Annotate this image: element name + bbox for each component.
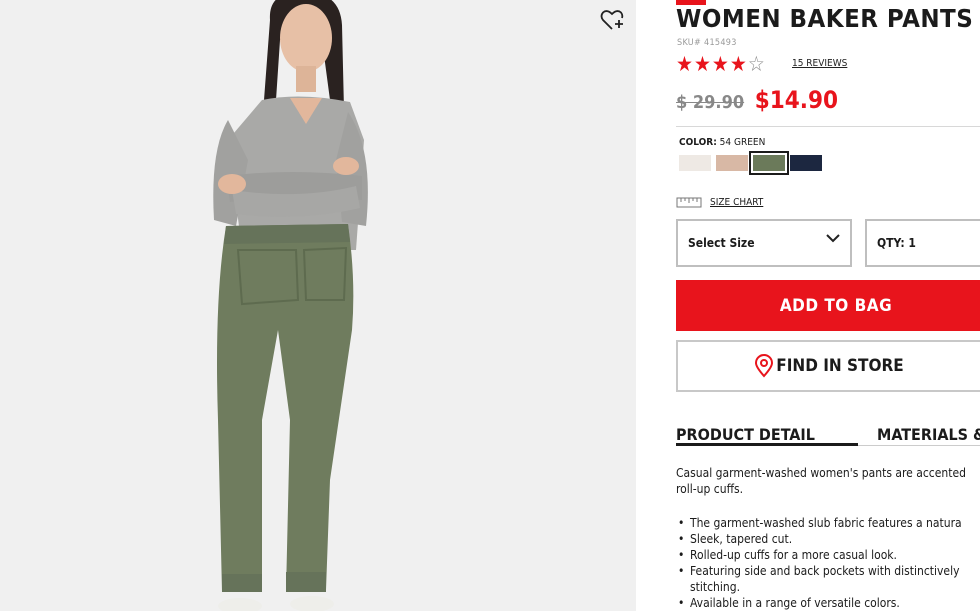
map-pin-icon bbox=[755, 354, 774, 378]
sale-price: $14.90 bbox=[754, 86, 839, 114]
swatch-off-white[interactable] bbox=[679, 155, 711, 171]
tab-materials[interactable]: MATERIALS & bbox=[877, 425, 980, 444]
swatch-navy[interactable] bbox=[790, 155, 822, 171]
description-line: Casual garment-washed women's pants are … bbox=[676, 466, 966, 480]
reviews-link[interactable]: 15 REVIEWS bbox=[792, 58, 847, 69]
size-chart-link[interactable]: SIZE CHART bbox=[676, 196, 763, 208]
star-filled-icon: ★ bbox=[676, 52, 693, 76]
product-description: Casual garment-washed women's pants are … bbox=[676, 465, 980, 497]
star-filled-icon: ★ bbox=[729, 52, 747, 76]
color-selection-label: COLOR: 54 GREEN bbox=[679, 137, 765, 148]
feature-item-continued: stitching. bbox=[690, 580, 740, 594]
feature-item: Rolled-up cuffs for a more casual look. bbox=[678, 547, 980, 563]
feature-list: The garment-washed slub fabric features … bbox=[676, 515, 980, 611]
wishlist-button[interactable] bbox=[600, 8, 626, 32]
tab-product-detail[interactable]: PRODUCT DETAIL bbox=[676, 425, 815, 444]
add-to-bag-button[interactable]: ADD TO BAG bbox=[676, 280, 980, 331]
quantity-label: QTY: 1 bbox=[877, 236, 916, 250]
feature-item: Available in a range of versatile colors… bbox=[678, 595, 980, 611]
product-image[interactable] bbox=[0, 0, 636, 611]
swatch-beige[interactable] bbox=[716, 155, 748, 171]
find-in-store-button[interactable]: FIND IN STORE bbox=[676, 340, 980, 392]
tab-divider bbox=[858, 445, 980, 446]
price-block: $ 29.90 $14.90 bbox=[676, 86, 838, 114]
heart-plus-icon bbox=[600, 10, 624, 30]
quantity-select[interactable]: QTY: 1 bbox=[865, 219, 980, 267]
model-illustration bbox=[213, 0, 368, 611]
size-select-label: Select Size bbox=[688, 236, 755, 250]
description-line: roll-up cuffs. bbox=[676, 482, 744, 496]
active-tab-indicator bbox=[676, 443, 858, 446]
rating-stars: ★ ★ ★ ★ ☆ bbox=[676, 53, 766, 75]
size-select[interactable]: Select Size bbox=[676, 219, 852, 267]
chevron-down-icon bbox=[826, 234, 840, 243]
product-title: WOMEN BAKER PANTS bbox=[676, 4, 974, 33]
product-info-panel: WOMEN BAKER PANTS SKU# 415493 ★ ★ ★ ★ ☆ … bbox=[676, 0, 980, 611]
feature-item: Featuring side and back pockets with dis… bbox=[678, 563, 980, 579]
find-in-store-label: FIND IN STORE bbox=[776, 356, 904, 376]
product-sku: SKU# 415493 bbox=[677, 38, 737, 48]
add-to-bag-label: ADD TO BAG bbox=[779, 295, 893, 316]
original-price: $ 29.90 bbox=[676, 92, 745, 113]
ruler-icon bbox=[676, 197, 702, 208]
star-empty-icon: ☆ bbox=[747, 52, 765, 76]
feature-item: Sleek, tapered cut. bbox=[678, 531, 980, 547]
star-filled-icon: ★ bbox=[711, 52, 729, 76]
feature-item: The garment-washed slub fabric features … bbox=[678, 515, 980, 531]
divider bbox=[676, 126, 980, 127]
color-swatches bbox=[679, 151, 827, 175]
color-label: COLOR: bbox=[679, 137, 717, 148]
color-value: 54 GREEN bbox=[719, 137, 766, 148]
swatch-green[interactable] bbox=[749, 151, 789, 175]
size-chart-label: SIZE CHART bbox=[710, 196, 764, 208]
star-filled-icon: ★ bbox=[693, 52, 711, 76]
